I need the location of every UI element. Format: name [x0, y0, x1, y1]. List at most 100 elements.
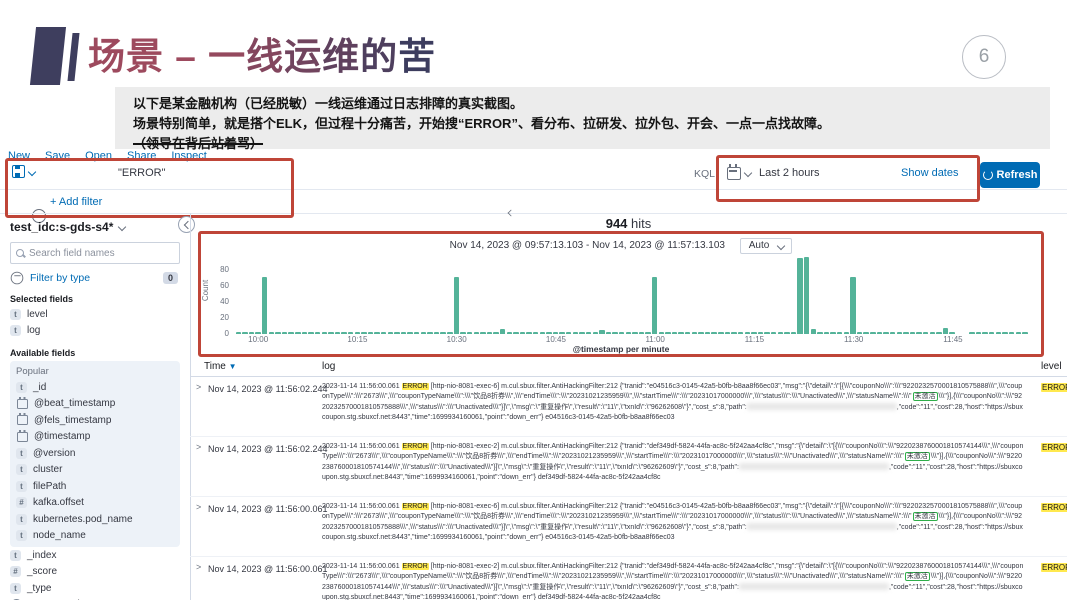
histogram-bar[interactable] — [526, 332, 531, 334]
histogram-bar[interactable] — [758, 332, 763, 334]
histogram-bar[interactable] — [361, 332, 366, 334]
filter-by-type[interactable]: Filter by type 0 — [10, 271, 178, 285]
field-item-kafka.offset[interactable]: #kafka.offset — [16, 495, 176, 512]
histogram-bar[interactable] — [804, 257, 809, 334]
menu-item-save[interactable]: Save — [45, 150, 70, 162]
histogram-bar[interactable] — [652, 277, 657, 334]
histogram-bar[interactable] — [447, 332, 452, 334]
histogram-bar[interactable] — [460, 332, 465, 334]
histogram-bar[interactable] — [553, 332, 558, 334]
histogram-bar[interactable] — [612, 332, 617, 334]
histogram-bar[interactable] — [249, 332, 254, 334]
histogram-bar[interactable] — [566, 332, 571, 334]
histogram-bar[interactable] — [659, 332, 664, 334]
histogram-bar[interactable] — [355, 332, 360, 334]
expand-row-icon[interactable]: > — [196, 442, 201, 452]
histogram-bar[interactable] — [546, 332, 551, 334]
histogram-bar[interactable] — [315, 332, 320, 334]
expand-row-icon[interactable]: > — [196, 502, 201, 512]
histogram-bar[interactable] — [797, 258, 802, 334]
histogram-bar[interactable] — [520, 332, 525, 334]
histogram-bar[interactable] — [414, 332, 419, 334]
histogram-bar[interactable] — [778, 332, 783, 334]
histogram-bar[interactable] — [1002, 332, 1007, 334]
field-item-kubernetes.pod_name[interactable]: tkubernetes.pod_name — [16, 511, 176, 528]
histogram-bar[interactable] — [236, 332, 241, 334]
field-item-_type[interactable]: t_type — [10, 580, 190, 597]
histogram-bar[interactable] — [322, 332, 327, 334]
histogram-bar[interactable] — [507, 332, 512, 334]
histogram-bar[interactable] — [606, 332, 611, 334]
histogram-bar[interactable] — [890, 332, 895, 334]
histogram-bar[interactable] — [632, 332, 637, 334]
histogram-bar[interactable] — [910, 332, 915, 334]
plot-area[interactable] — [235, 256, 1029, 334]
menu-item-share[interactable]: Share — [127, 150, 156, 162]
field-item-level[interactable]: tlevel — [10, 306, 190, 323]
histogram-bar[interactable] — [949, 332, 954, 334]
menu-item-new[interactable]: New — [8, 150, 30, 162]
histogram-bar[interactable] — [348, 332, 353, 334]
histogram-bar[interactable] — [407, 332, 412, 334]
histogram-bar[interactable] — [1016, 332, 1021, 334]
histogram-bar[interactable] — [374, 332, 379, 334]
histogram-bar[interactable] — [368, 332, 373, 334]
histogram-bar[interactable] — [401, 332, 406, 334]
histogram-bar[interactable] — [573, 332, 578, 334]
histogram-bar[interactable] — [586, 332, 591, 334]
histogram-bar[interactable] — [877, 332, 882, 334]
field-item-_score[interactable]: #_score — [10, 564, 190, 581]
histogram-bar[interactable] — [421, 332, 426, 334]
histogram-bar[interactable] — [1022, 332, 1027, 334]
histogram-bar[interactable] — [639, 332, 644, 334]
histogram-bar[interactable] — [936, 332, 941, 334]
histogram-bar[interactable] — [685, 332, 690, 334]
field-item-@fels_timestamp[interactable]: @fels_timestamp — [16, 412, 176, 429]
histogram-bar[interactable] — [718, 332, 723, 334]
histogram-bar[interactable] — [626, 332, 631, 334]
histogram-bar[interactable] — [989, 332, 994, 334]
histogram-bar[interactable] — [579, 332, 584, 334]
histogram-bar[interactable] — [698, 332, 703, 334]
histogram-bar[interactable] — [665, 332, 670, 334]
histogram-bar[interactable] — [850, 277, 855, 334]
histogram-bar[interactable] — [982, 332, 987, 334]
field-item-log[interactable]: tlog — [10, 323, 190, 340]
chevron-down-icon[interactable] — [744, 169, 752, 177]
add-filter-button[interactable]: + Add filter — [50, 196, 102, 208]
column-header-time[interactable]: Time ▼ — [204, 361, 237, 372]
histogram-bar[interactable] — [996, 332, 1001, 334]
menu-item-inspect[interactable]: Inspect — [171, 150, 206, 162]
histogram-bar[interactable] — [738, 332, 743, 334]
histogram-bar[interactable] — [711, 332, 716, 334]
field-item-@beat_timestamp[interactable]: @beat_timestamp — [16, 396, 176, 413]
histogram-bar[interactable] — [533, 332, 538, 334]
histogram-bar[interactable] — [434, 332, 439, 334]
field-search-input[interactable]: Search field names — [10, 242, 180, 264]
histogram-bar[interactable] — [692, 332, 697, 334]
show-dates-button[interactable]: Show dates — [901, 167, 958, 179]
histogram-bar[interactable] — [474, 332, 479, 334]
histogram-bar[interactable] — [764, 332, 769, 334]
histogram-bar[interactable] — [857, 332, 862, 334]
index-pattern-selector[interactable]: test_idc:s-gds-s4* — [10, 220, 113, 234]
histogram-bar[interactable] — [844, 332, 849, 334]
histogram-bar[interactable] — [751, 332, 756, 334]
histogram-bar[interactable] — [493, 332, 498, 334]
field-item-cluster[interactable]: tcluster — [16, 462, 176, 479]
histogram-bar[interactable] — [870, 332, 875, 334]
refresh-button[interactable]: Refresh — [980, 162, 1040, 188]
menu-item-open[interactable]: Open — [85, 150, 112, 162]
search-query-input[interactable]: "ERROR" — [118, 167, 166, 179]
histogram-bar[interactable] — [619, 332, 624, 334]
field-item-node_name[interactable]: tnode_name — [16, 528, 176, 545]
histogram-bar[interactable] — [381, 332, 386, 334]
field-item-_index[interactable]: t_index — [10, 547, 190, 564]
histogram-bar[interactable] — [480, 332, 485, 334]
histogram-bar[interactable] — [811, 329, 816, 334]
histogram-bar[interactable] — [943, 328, 948, 334]
histogram-bar[interactable] — [440, 332, 445, 334]
field-item-@version[interactable]: t@version — [16, 445, 176, 462]
histogram-bar[interactable] — [969, 332, 974, 334]
histogram-bar[interactable] — [903, 332, 908, 334]
